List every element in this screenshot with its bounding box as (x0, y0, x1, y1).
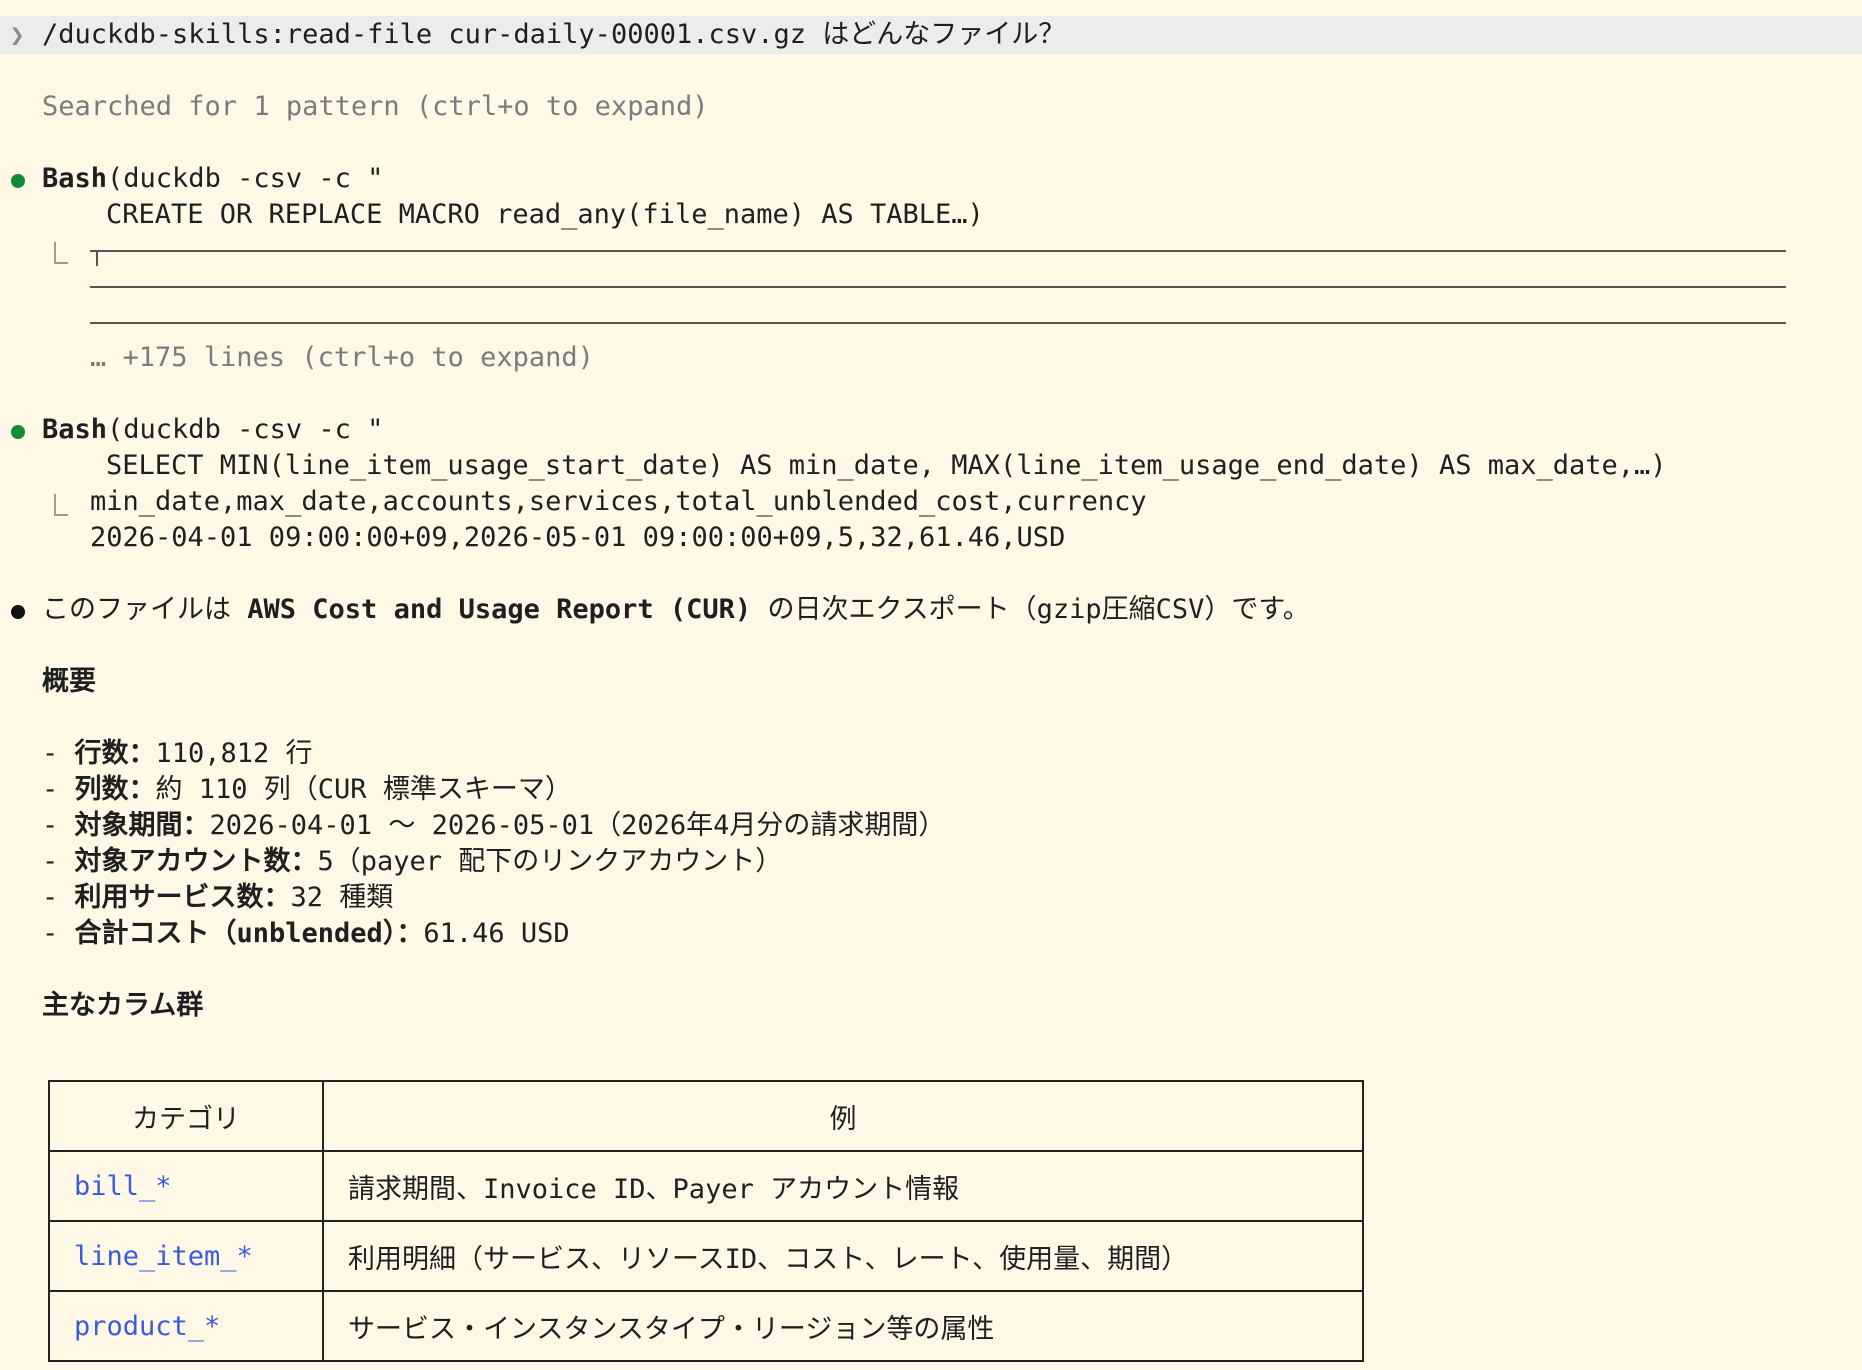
output-elbow-icon (54, 494, 68, 516)
tool-name: Bash (42, 163, 108, 194)
tool-name: Bash (42, 414, 108, 445)
example-cell: 請求期間、Invoice ID、Payer アカウント情報 (322, 1150, 1364, 1222)
output-rule-bottom (90, 322, 1786, 324)
overview-heading: 概要 (42, 666, 96, 697)
overview-item: - 利用サービス数：32 種類 (42, 882, 394, 913)
bash-call-2[interactable]: Bash(duckdb -csv -c " (42, 412, 383, 448)
response-dot-icon (11, 605, 25, 619)
bash-command-2: SELECT MIN(line_item_usage_start_date) A… (106, 450, 1667, 481)
table-header-row: カテゴリ 例 (48, 1080, 1364, 1152)
tool-args: (duckdb -csv -c " (107, 414, 384, 445)
output-rule-top (90, 250, 1786, 252)
overview-item: - 合計コスト（unblended）：61.46 USD (42, 918, 570, 949)
table-row: product_* サービス・インスタンスタイプ・リージョン等の属性 (48, 1290, 1364, 1362)
overview-item: - 行数：110,812 行 (42, 738, 313, 769)
tool-status-dot-icon (11, 174, 25, 188)
overview-item: - 対象期間：2026-04-01 〜 2026-05-01（2026年4月分の… (42, 810, 946, 841)
box-corner-icon (96, 250, 98, 266)
column-groups-table: カテゴリ 例 bill_* 請求期間、Invoice ID、Payer アカウン… (48, 1080, 1364, 1362)
output-rule-middle (90, 286, 1786, 288)
example-cell: 利用明細（サービス、リソースID、コスト、レート、使用量、期間） (322, 1220, 1364, 1292)
intro-text: このファイルは (42, 594, 248, 625)
table-row: line_item_* 利用明細（サービス、リソースID、コスト、レート、使用量… (48, 1220, 1364, 1292)
category-cell: product_* (48, 1290, 324, 1362)
tool-status-dot-icon (11, 425, 25, 439)
bash-call-1[interactable]: Bash(duckdb -csv -c " (42, 161, 383, 197)
table-header-cell: カテゴリ (48, 1080, 324, 1152)
tool-args: (duckdb -csv -c " (107, 163, 384, 194)
answer-intro: このファイルは AWS Cost and Usage Report (CUR) … (42, 592, 1310, 628)
table-row: bill_* 請求期間、Invoice ID、Payer アカウント情報 (48, 1150, 1364, 1222)
overview-item: - 対象アカウント数：5（payer 配下のリンクアカウント） (42, 846, 783, 877)
expand-hint-1[interactable]: … +175 lines (ctrl+o to expand) (90, 340, 594, 376)
table-header-cell: 例 (322, 1080, 1364, 1152)
overview-item: - 列数：約 110 列（CUR 標準スキーマ） (42, 774, 572, 805)
bash-output-row: 2026-04-01 09:00:00+09,2026-05-01 09:00:… (90, 522, 1066, 553)
intro-text-end: の日次エクスポート（gzip圧縮CSV）です。 (751, 594, 1310, 625)
category-cell: bill_* (48, 1150, 324, 1222)
example-cell: サービス・インスタンスタイプ・リージョン等の属性 (322, 1290, 1364, 1362)
bash-command-1: CREATE OR REPLACE MACRO read_any(file_na… (106, 199, 984, 230)
intro-bold-text: AWS Cost and Usage Report (CUR) (247, 594, 752, 625)
prompt-text: /duckdb-skills:read-file cur-daily-00001… (42, 19, 1066, 50)
bash-output-header: min_date,max_date,accounts,services,tota… (90, 486, 1147, 517)
search-summary[interactable]: Searched for 1 pattern (ctrl+o to expand… (42, 89, 708, 125)
output-elbow-icon (54, 242, 68, 264)
columns-heading: 主なカラム群 (42, 990, 204, 1021)
category-cell: line_item_* (48, 1220, 324, 1292)
prompt-chevron-icon: ❯ (10, 21, 25, 49)
